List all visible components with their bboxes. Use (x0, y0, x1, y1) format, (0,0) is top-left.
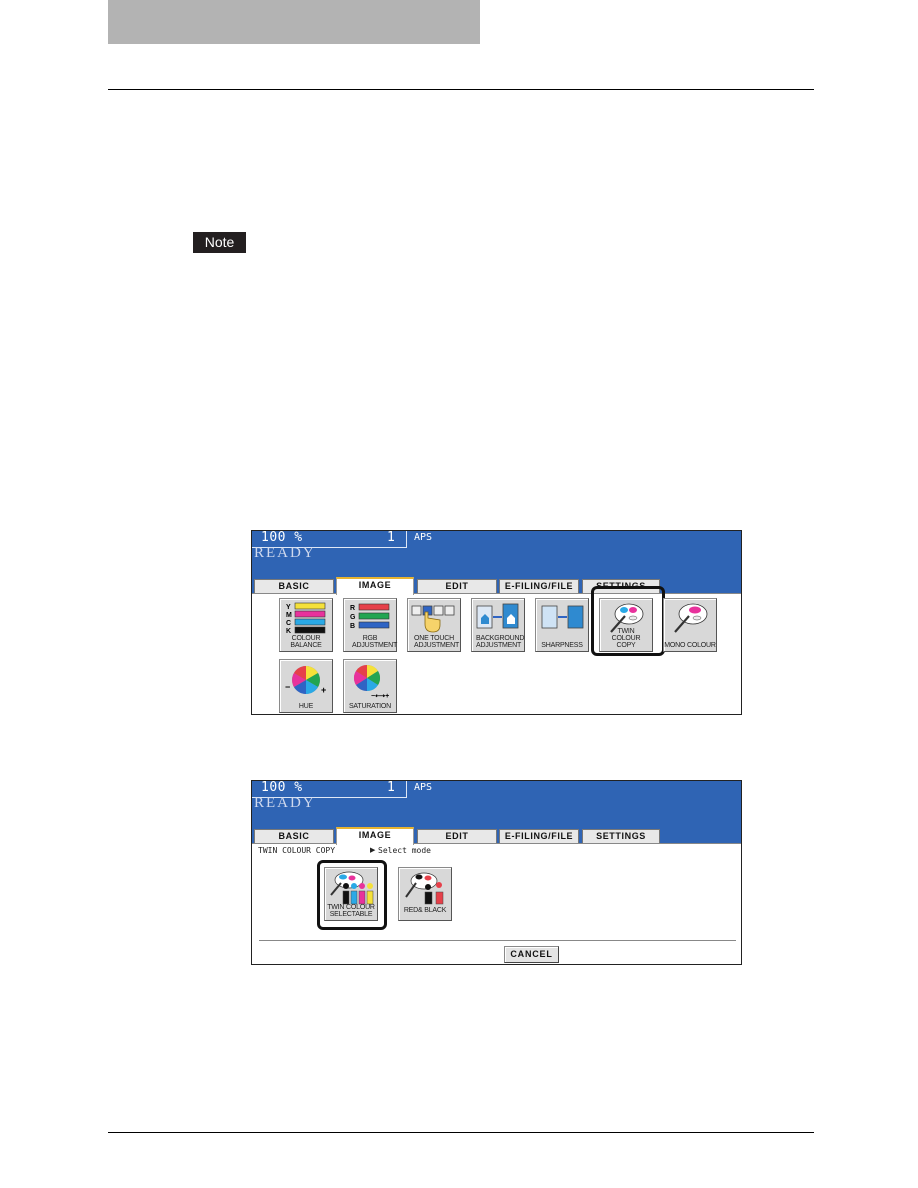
label-line-1: TWIN COLOUR (327, 904, 375, 911)
tab-image[interactable]: IMAGE (336, 577, 414, 595)
tab-bar: BASIC IMAGE EDIT E-FILING/FILE SETTINGS (252, 577, 741, 595)
tab-basic[interactable]: BASIC (254, 829, 334, 843)
svg-text:B: B (350, 623, 355, 630)
twin-colour-copy-label: TWIN COLOUR COPY (611, 628, 641, 649)
zoom-ratio: 100 % (261, 780, 303, 795)
sharpness-label: SHARPNESS (541, 642, 583, 649)
hue-wheel-icon: − + (285, 666, 326, 695)
rgb-adjustment-button[interactable]: R G B RGB ADJUSTMENT (343, 598, 397, 652)
tab-e-filing-file[interactable]: E-FILING/FILE (499, 579, 579, 593)
background-adjustment-icon (476, 603, 519, 629)
svg-text:G: G (350, 614, 356, 621)
header-rule (108, 89, 814, 90)
status-message: READY (254, 545, 316, 561)
background-adjustment-button[interactable]: BACKGROUND ADJUSTMENT (471, 598, 525, 652)
twin-colour-selectable-button[interactable]: TWIN COLOUR SELECTABLE (324, 867, 378, 921)
mono-colour-label: MONO COLOUR (664, 642, 716, 649)
rgb-adjustment-label: RGB ADJUSTMENT (352, 635, 398, 649)
sub-menu-instruction: Select mode (378, 846, 431, 855)
svg-text:R: R (350, 605, 355, 612)
arrow-right-icon: ▶ (370, 847, 376, 854)
cb-m-letter: M (286, 612, 292, 619)
image-functions-area: Y M C K COLOUR BALANCE R G B RGB ADJUSTM (252, 586, 741, 714)
saturation-button[interactable]: −⟷+ SATURATION (343, 659, 397, 713)
tab-basic[interactable]: BASIC (254, 579, 334, 593)
hue-plus: + (321, 685, 326, 695)
touch-panel-image-tab: 100 % 1 APS READY BASIC IMAGE EDIT E-FIL… (251, 530, 742, 715)
chapter-header-bar (108, 0, 480, 44)
tab-image[interactable]: IMAGE (336, 827, 414, 845)
hue-minus: − (285, 682, 290, 692)
note-badge: Note (193, 232, 246, 253)
rgb-adjustment-icon: R G B (350, 603, 390, 630)
paper-size: APS (414, 532, 433, 543)
touch-panel-twin-colour-mode: 100 % 1 APS READY BASIC IMAGE EDIT E-FIL… (251, 780, 742, 965)
twin-colour-copy-button[interactable]: TWIN COLOUR COPY (599, 598, 653, 652)
tab-e-filing-file[interactable]: E-FILING/FILE (499, 829, 579, 843)
tab-edit[interactable]: EDIT (417, 579, 497, 593)
background-adjustment-label: BACKGROUND ADJUSTMENT (476, 635, 525, 649)
tab-bar: BASIC IMAGE EDIT E-FILING/FILE SETTINGS (252, 827, 741, 845)
paper-size: APS (414, 782, 433, 793)
tab-settings[interactable]: SETTINGS (582, 829, 660, 843)
label-line-2: SELECTABLE (329, 911, 373, 918)
footer-rule (108, 1132, 814, 1133)
bottom-divider (259, 940, 736, 941)
cb-y-letter: Y (286, 604, 291, 611)
tab-edit[interactable]: EDIT (417, 829, 497, 843)
hue-button[interactable]: − + HUE (279, 659, 333, 713)
colour-balance-icon: Y M C K (286, 602, 326, 635)
twin-colour-selectable-label: TWIN COLOUR SELECTABLE (325, 904, 377, 918)
sub-menu-title: TWIN COLOUR COPY (258, 846, 336, 855)
twin-colour-mode-area: TWIN COLOUR COPY ▶ Select mode TWIN COLO… (252, 843, 741, 964)
twin-colour-selectable-icon (330, 871, 374, 905)
saturation-wheel-icon: −⟷+ (353, 664, 389, 699)
mono-colour-palette-icon (674, 603, 708, 633)
mono-colour-button[interactable]: MONO COLOUR (663, 598, 717, 652)
cb-k-letter: K (286, 628, 291, 635)
one-touch-icon (411, 605, 455, 633)
status-area: 100 % 1 APS READY BASIC IMAGE EDIT E-FIL… (252, 780, 741, 845)
colour-balance-button[interactable]: Y M C K COLOUR BALANCE (279, 598, 333, 652)
cb-c-letter: C (286, 620, 291, 627)
status-area: 100 % 1 APS READY BASIC IMAGE EDIT E-FIL… (252, 530, 741, 595)
sharpness-button[interactable]: SHARPNESS (535, 598, 589, 652)
red-and-black-label: RED& BLACK (403, 907, 447, 914)
red-and-black-button[interactable]: RED& BLACK (398, 867, 452, 921)
red-black-palette-icon (405, 872, 444, 905)
cancel-button[interactable]: CANCEL (504, 946, 559, 963)
copy-count: 1 (387, 530, 395, 545)
copy-count: 1 (387, 780, 395, 795)
one-touch-adjustment-button[interactable]: ONE TOUCH ADJUSTMENT (407, 598, 461, 652)
saturation-scale: −⟷+ (371, 693, 389, 699)
sharpness-icon (541, 605, 584, 629)
hue-label: HUE (298, 703, 314, 710)
colour-balance-label: COLOUR BALANCE (290, 635, 322, 649)
saturation-label: SATURATION (348, 703, 392, 710)
zoom-ratio: 100 % (261, 530, 303, 545)
one-touch-label: ONE TOUCH ADJUSTMENT (414, 635, 460, 649)
status-message: READY (254, 795, 316, 811)
